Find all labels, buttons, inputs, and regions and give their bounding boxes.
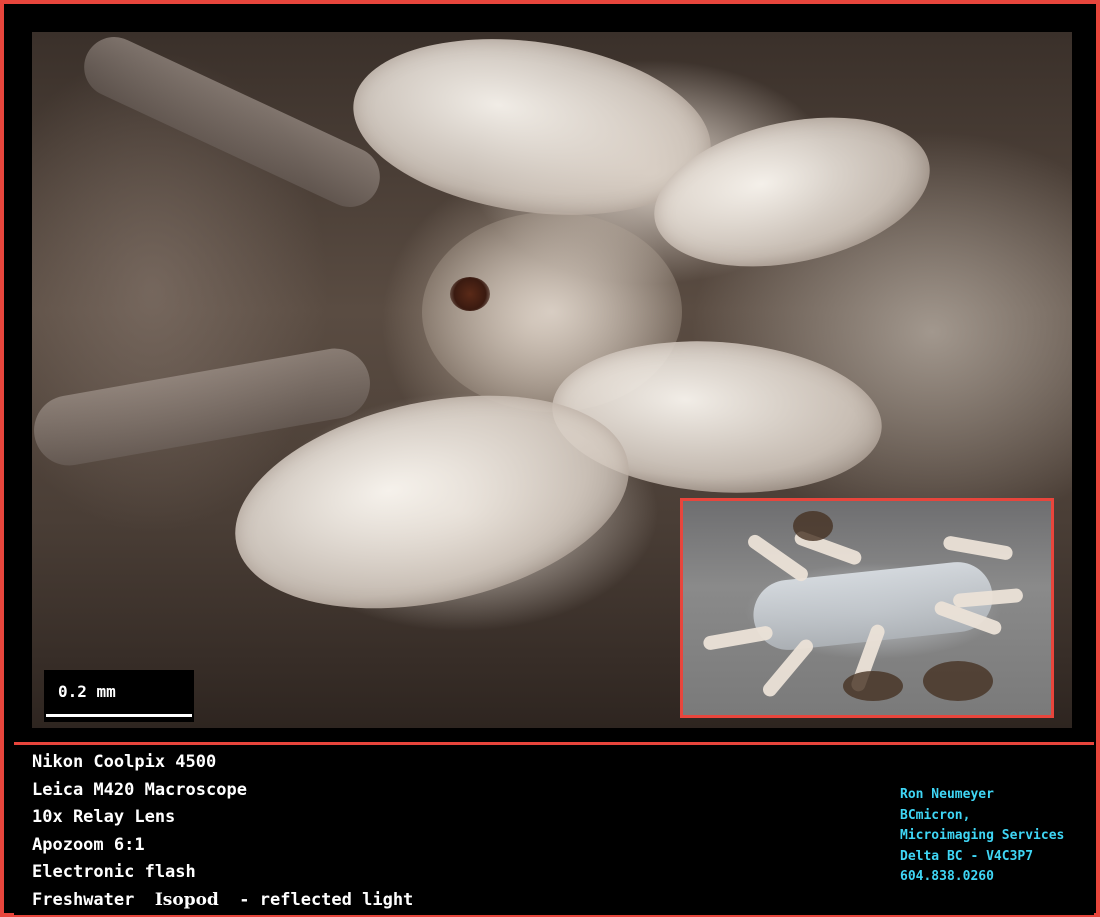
- credit-company: BCmicron,: [900, 807, 971, 823]
- credit-service: Microimaging Services: [900, 828, 1065, 843]
- lens-line: 10x Relay Lens: [32, 807, 176, 827]
- inset-photo: [680, 498, 1054, 718]
- inset-debris: [923, 661, 993, 701]
- zoom-line: Apozoom 6:1: [32, 834, 145, 855]
- credit-name: Ron Neumeyer: [900, 787, 994, 802]
- scale-bar: 0.2 mm: [44, 670, 194, 722]
- camera-line: Nikon Coolpix 4500: [32, 752, 217, 772]
- inset-isopod-leg: [702, 625, 774, 651]
- credit-phone: 604.838.0260: [900, 869, 994, 884]
- microscope-line: Leica M420 Macroscope: [32, 779, 247, 800]
- photographer-credit: Ron Neumeyer BCmicron, Microimaging Serv…: [900, 785, 1064, 888]
- isopod-eye: [450, 277, 490, 311]
- subject-prefix: Freshwater: [32, 889, 145, 910]
- subject-suffix: - reflected light: [218, 889, 414, 910]
- scale-bar-line: [46, 714, 192, 717]
- credit-location: Delta BC - V4C3P7: [900, 848, 1034, 864]
- subject-line: Freshwater Isopod - reflected light: [32, 887, 413, 915]
- equipment-list: Nikon Coolpix 4500 Leica M420 Macroscope…: [32, 749, 413, 914]
- caption-panel: Nikon Coolpix 4500 Leica M420 Macroscope…: [14, 742, 1094, 915]
- inset-debris: [843, 671, 903, 701]
- scale-bar-label: 0.2 mm: [58, 682, 116, 701]
- lighting-line: Electronic flash: [32, 862, 196, 882]
- inset-debris: [793, 511, 833, 541]
- inset-isopod-leg: [942, 535, 1014, 561]
- antenna-upper: [74, 32, 390, 217]
- subject-name: Isopod: [154, 889, 219, 910]
- image-frame: 0.2 mm Nikon Coolpix 4500 Leica M420 Mac…: [0, 0, 1100, 917]
